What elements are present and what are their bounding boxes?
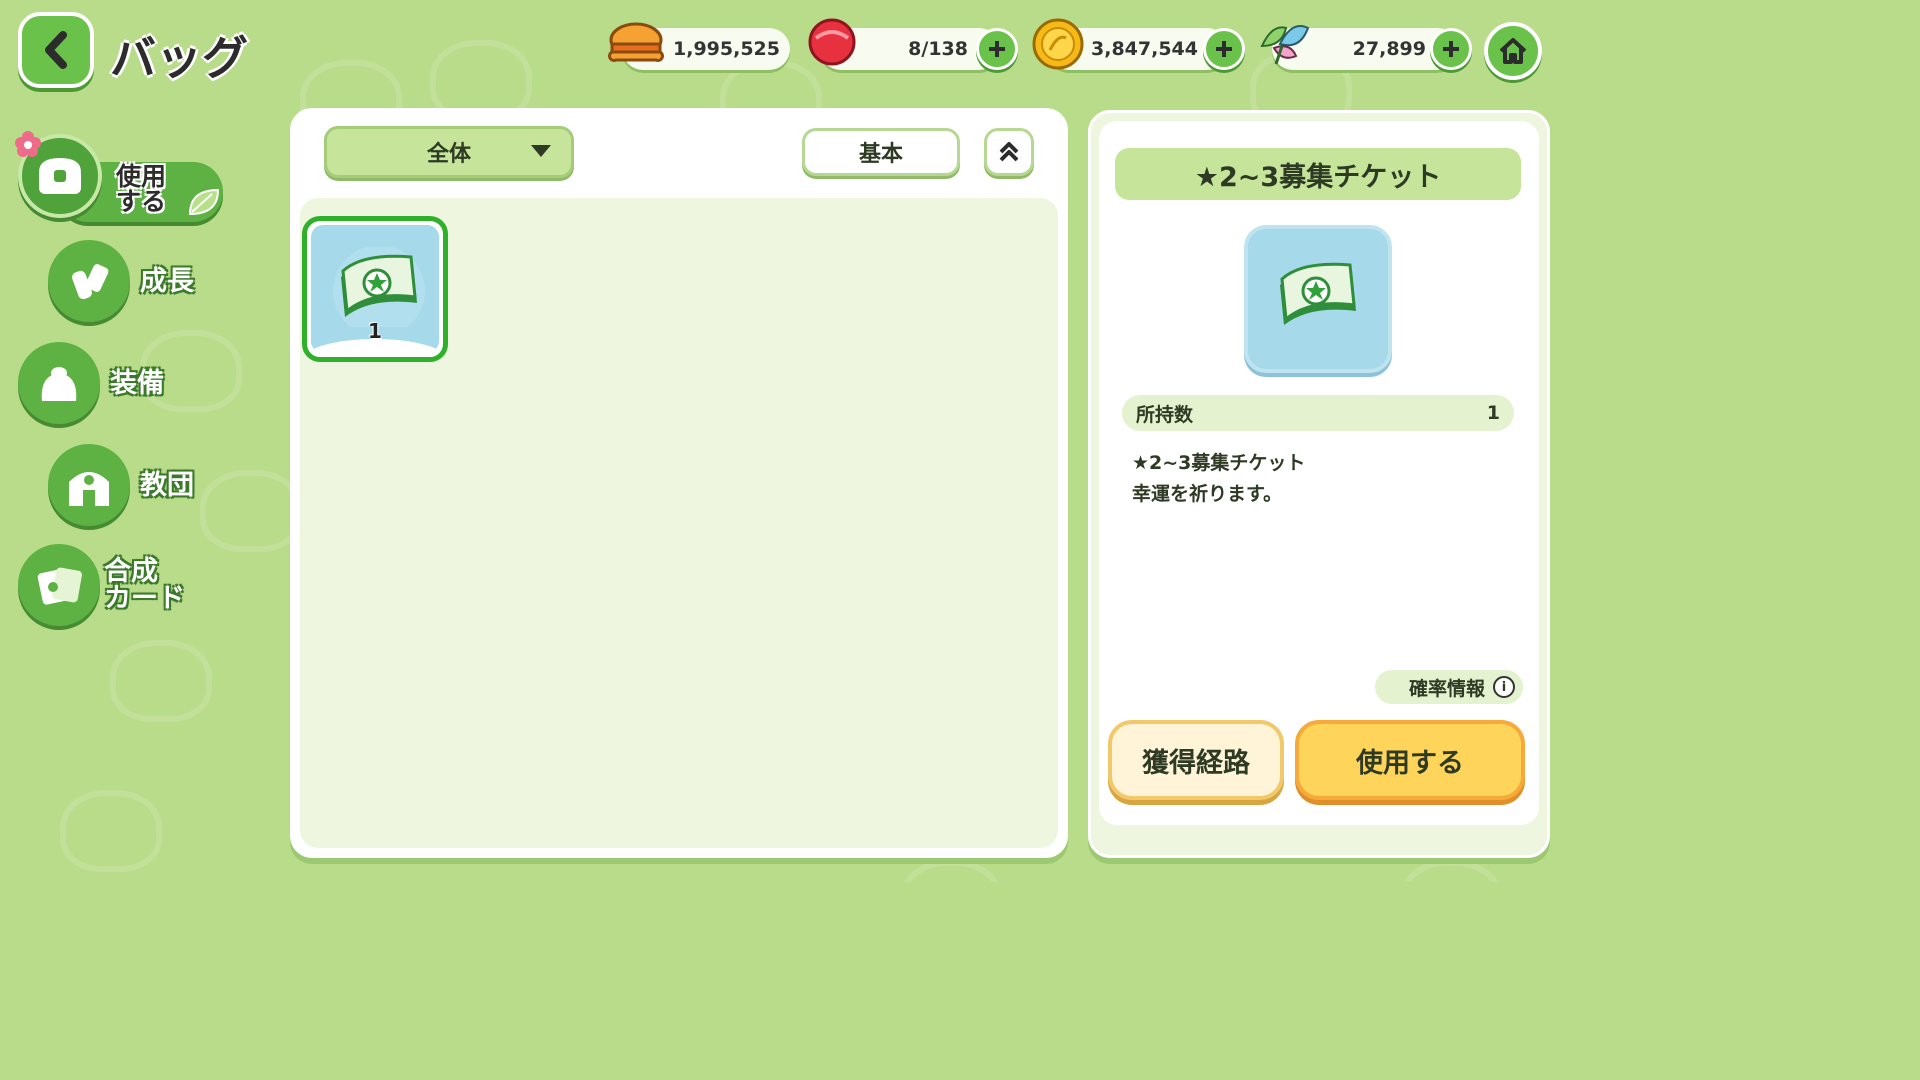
ticket-icon [333, 247, 425, 327]
description-line-1: ★2~3募集チケット [1132, 452, 1306, 474]
label-line-2: する [116, 187, 167, 216]
sidebar-item-equipment[interactable]: 装備 [18, 342, 164, 424]
currency-value: 1,995,525 [673, 38, 780, 60]
currency-value: 27,899 [1352, 38, 1426, 60]
description-line-2: 幸運を祈ります。 [1132, 483, 1283, 505]
button-label: 獲得経路 [1142, 747, 1250, 779]
red-gem-icon [808, 18, 856, 66]
add-rainbow-leaf-button[interactable] [1430, 28, 1472, 70]
back-button[interactable] [18, 12, 94, 88]
home-button[interactable] [1484, 22, 1542, 80]
use-button[interactable]: 使用する [1295, 720, 1525, 800]
page-title: バッグ [110, 31, 248, 85]
label-line-2: カード [104, 583, 185, 614]
card-icon [18, 544, 100, 626]
probability-info-label: 確率情報 [1408, 677, 1485, 700]
caret-down-icon [531, 145, 551, 157]
item-title: ★2~3募集チケット [1115, 148, 1521, 200]
filter-dropdown[interactable]: 全体 [324, 126, 574, 178]
acquisition-route-button[interactable]: 獲得経路 [1108, 720, 1284, 800]
item-detail-icon [1244, 225, 1392, 373]
burger-icon [608, 22, 664, 62]
item-description: ★2~3募集チケット 幸運を祈ります。 [1132, 448, 1305, 510]
probability-info-button[interactable]: 確率情報 i [1375, 670, 1523, 704]
currency-value: 8/138 [908, 38, 968, 60]
owned-count-row: 所持数 1 [1122, 395, 1514, 431]
sidebar-item-label: 使用 する [116, 164, 166, 214]
temple-icon [48, 444, 130, 526]
gold-coin-icon [1032, 18, 1084, 70]
rainbow-leaf-icon [1260, 25, 1310, 65]
outfit-icon [18, 342, 100, 424]
inventory-slot[interactable]: 1 [302, 216, 448, 362]
plus-icon [1216, 41, 1232, 57]
sidebar-item-growth[interactable]: 成長 [48, 240, 194, 322]
sidebar-item-use[interactable]: 使用 する [18, 134, 223, 224]
label-line-1: 使用 [116, 162, 167, 191]
sidebar-item-label: 装備 [110, 367, 164, 399]
potion-icon [48, 240, 130, 322]
chevron-left-icon [45, 31, 67, 69]
sidebar-item-label: 教団 [140, 469, 194, 501]
flower-badge-icon [15, 131, 41, 157]
add-gold-coin-button[interactable] [1203, 28, 1245, 70]
filter-label: 全体 [426, 142, 471, 167]
sidebar-item-label: 成長 [140, 265, 194, 297]
add-red-gem-button[interactable] [976, 28, 1018, 70]
sidebar-item-label: 合成 カード [104, 558, 185, 612]
ticket-icon [1280, 262, 1356, 325]
plus-icon [1443, 41, 1459, 57]
button-label: 使用する [1356, 747, 1464, 779]
sidebar-item-synthesis-card[interactable]: 合成 カード [18, 544, 185, 626]
info-icon: i [1493, 676, 1515, 698]
sidebar-item-cult[interactable]: 教団 [48, 444, 194, 526]
plus-icon [989, 41, 1005, 57]
slot-background: 1 [311, 225, 439, 353]
label-line-1: 合成 [104, 556, 158, 587]
owned-value: 1 [1486, 402, 1500, 424]
owned-label: 所持数 [1136, 403, 1194, 426]
currency-value: 3,847,544 [1091, 38, 1198, 60]
item-count: 1 [368, 319, 382, 343]
leaf-icon [188, 188, 220, 216]
home-icon [1499, 38, 1527, 64]
sort-button[interactable]: 基本 [802, 128, 960, 176]
double-chevron-up-icon [999, 142, 1019, 162]
sort-order-button[interactable] [984, 128, 1034, 176]
sort-label: 基本 [858, 142, 903, 167]
